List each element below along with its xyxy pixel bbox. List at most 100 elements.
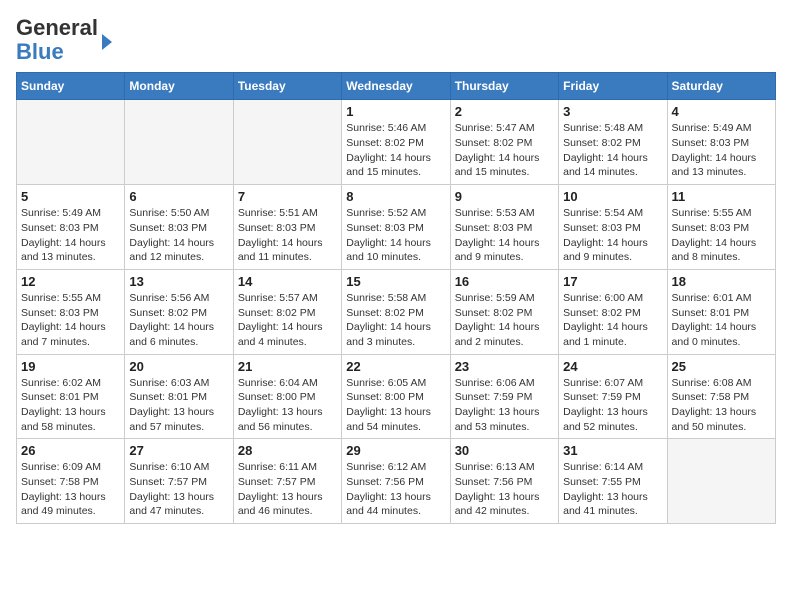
- calendar-cell: 26 Sunrise: 6:09 AM Sunset: 7:58 PM Dayli…: [17, 439, 125, 524]
- calendar-header-monday: Monday: [125, 73, 233, 100]
- calendar-header-sunday: Sunday: [17, 73, 125, 100]
- calendar-week-row: 12 Sunrise: 5:55 AM Sunset: 8:03 PM Dayli…: [17, 269, 776, 354]
- calendar-cell: 18 Sunrise: 6:01 AM Sunset: 8:01 PM Dayli…: [667, 269, 775, 354]
- calendar-cell: 23 Sunrise: 6:06 AM Sunset: 7:59 PM Dayli…: [450, 354, 558, 439]
- day-number: 4: [672, 104, 771, 119]
- logo-blue: Blue: [16, 39, 64, 64]
- calendar-cell: 7 Sunrise: 5:51 AM Sunset: 8:03 PM Daylig…: [233, 185, 341, 270]
- day-info: Sunrise: 5:56 AM Sunset: 8:02 PM Dayligh…: [129, 291, 228, 350]
- day-number: 16: [455, 274, 554, 289]
- day-info: Sunrise: 6:02 AM Sunset: 8:01 PM Dayligh…: [21, 376, 120, 435]
- calendar-cell: 29 Sunrise: 6:12 AM Sunset: 7:56 PM Dayli…: [342, 439, 450, 524]
- calendar-cell: 21Sunrise: 6:04 AM Sunset: 8:00 PM Dayli…: [233, 354, 341, 439]
- day-info: Sunrise: 5:55 AM Sunset: 8:03 PM Dayligh…: [672, 206, 771, 265]
- calendar-header-row: SundayMondayTuesdayWednesdayThursdayFrid…: [17, 73, 776, 100]
- calendar-cell: 20Sunrise: 6:03 AM Sunset: 8:01 PM Dayli…: [125, 354, 233, 439]
- calendar-cell: [667, 439, 775, 524]
- day-number: 23: [455, 359, 554, 374]
- day-number: 18: [672, 274, 771, 289]
- day-info: Sunrise: 6:13 AM Sunset: 7:56 PM Dayligh…: [455, 460, 554, 519]
- logo-text: General Blue: [16, 16, 98, 64]
- calendar-cell: 11Sunrise: 5:55 AM Sunset: 8:03 PM Dayli…: [667, 185, 775, 270]
- calendar-table: SundayMondayTuesdayWednesdayThursdayFrid…: [16, 72, 776, 524]
- calendar-week-row: 5 Sunrise: 5:49 AM Sunset: 8:03 PM Daylig…: [17, 185, 776, 270]
- calendar-cell: 6Sunrise: 5:50 AM Sunset: 8:03 PM Daylig…: [125, 185, 233, 270]
- calendar-cell: 30Sunrise: 6:13 AM Sunset: 7:56 PM Dayli…: [450, 439, 558, 524]
- day-number: 26: [21, 443, 120, 458]
- day-info: Sunrise: 6:14 AM Sunset: 7:55 PM Dayligh…: [563, 460, 662, 519]
- day-number: 29: [346, 443, 445, 458]
- calendar-week-row: 19 Sunrise: 6:02 AM Sunset: 8:01 PM Dayli…: [17, 354, 776, 439]
- calendar-cell: 4 Sunrise: 5:49 AM Sunset: 8:03 PM Daylig…: [667, 100, 775, 185]
- calendar-cell: 17 Sunrise: 6:00 AM Sunset: 8:02 PM Dayli…: [559, 269, 667, 354]
- day-info: Sunrise: 5:58 AM Sunset: 8:02 PM Dayligh…: [346, 291, 445, 350]
- day-info: Sunrise: 5:47 AM Sunset: 8:02 PM Dayligh…: [455, 121, 554, 180]
- day-number: 3: [563, 104, 662, 119]
- day-number: 24: [563, 359, 662, 374]
- day-info: Sunrise: 6:10 AM Sunset: 7:57 PM Dayligh…: [129, 460, 228, 519]
- day-info: Sunrise: 6:08 AM Sunset: 7:58 PM Dayligh…: [672, 376, 771, 435]
- calendar-cell: 22 Sunrise: 6:05 AM Sunset: 8:00 PM Dayli…: [342, 354, 450, 439]
- day-info: Sunrise: 6:04 AM Sunset: 8:00 PM Dayligh…: [238, 376, 337, 435]
- day-number: 14: [238, 274, 337, 289]
- calendar-week-row: 1Sunrise: 5:46 AM Sunset: 8:02 PM Daylig…: [17, 100, 776, 185]
- logo-arrow-icon: [102, 34, 112, 50]
- calendar-cell: [125, 100, 233, 185]
- day-number: 19: [21, 359, 120, 374]
- day-info: Sunrise: 5:49 AM Sunset: 8:03 PM Dayligh…: [21, 206, 120, 265]
- day-number: 10: [563, 189, 662, 204]
- day-number: 31: [563, 443, 662, 458]
- day-info: Sunrise: 6:06 AM Sunset: 7:59 PM Dayligh…: [455, 376, 554, 435]
- calendar-cell: 19 Sunrise: 6:02 AM Sunset: 8:01 PM Dayli…: [17, 354, 125, 439]
- calendar-cell: 2 Sunrise: 5:47 AM Sunset: 8:02 PM Daylig…: [450, 100, 558, 185]
- calendar-cell: 1Sunrise: 5:46 AM Sunset: 8:02 PM Daylig…: [342, 100, 450, 185]
- calendar-cell: 9 Sunrise: 5:53 AM Sunset: 8:03 PM Daylig…: [450, 185, 558, 270]
- day-info: Sunrise: 6:05 AM Sunset: 8:00 PM Dayligh…: [346, 376, 445, 435]
- calendar-header-tuesday: Tuesday: [233, 73, 341, 100]
- day-number: 15: [346, 274, 445, 289]
- calendar-cell: 16 Sunrise: 5:59 AM Sunset: 8:02 PM Dayli…: [450, 269, 558, 354]
- calendar-cell: 10Sunrise: 5:54 AM Sunset: 8:03 PM Dayli…: [559, 185, 667, 270]
- calendar-cell: 3Sunrise: 5:48 AM Sunset: 8:02 PM Daylig…: [559, 100, 667, 185]
- day-info: Sunrise: 5:49 AM Sunset: 8:03 PM Dayligh…: [672, 121, 771, 180]
- day-info: Sunrise: 5:55 AM Sunset: 8:03 PM Dayligh…: [21, 291, 120, 350]
- day-number: 28: [238, 443, 337, 458]
- calendar-week-row: 26 Sunrise: 6:09 AM Sunset: 7:58 PM Dayli…: [17, 439, 776, 524]
- calendar-cell: 14Sunrise: 5:57 AM Sunset: 8:02 PM Dayli…: [233, 269, 341, 354]
- day-number: 1: [346, 104, 445, 119]
- calendar-cell: 12 Sunrise: 5:55 AM Sunset: 8:03 PM Dayli…: [17, 269, 125, 354]
- calendar-header-thursday: Thursday: [450, 73, 558, 100]
- calendar-cell: 15 Sunrise: 5:58 AM Sunset: 8:02 PM Dayli…: [342, 269, 450, 354]
- day-number: 20: [129, 359, 228, 374]
- day-info: Sunrise: 6:09 AM Sunset: 7:58 PM Dayligh…: [21, 460, 120, 519]
- calendar-header-wednesday: Wednesday: [342, 73, 450, 100]
- calendar-cell: 24 Sunrise: 6:07 AM Sunset: 7:59 PM Dayli…: [559, 354, 667, 439]
- day-number: 9: [455, 189, 554, 204]
- day-number: 25: [672, 359, 771, 374]
- calendar-cell: 27Sunrise: 6:10 AM Sunset: 7:57 PM Dayli…: [125, 439, 233, 524]
- logo-general: General: [16, 15, 98, 40]
- day-number: 17: [563, 274, 662, 289]
- day-info: Sunrise: 6:11 AM Sunset: 7:57 PM Dayligh…: [238, 460, 337, 519]
- day-info: Sunrise: 6:00 AM Sunset: 8:02 PM Dayligh…: [563, 291, 662, 350]
- day-number: 6: [129, 189, 228, 204]
- calendar-cell: 31 Sunrise: 6:14 AM Sunset: 7:55 PM Dayli…: [559, 439, 667, 524]
- calendar-cell: [17, 100, 125, 185]
- day-number: 8: [346, 189, 445, 204]
- day-number: 7: [238, 189, 337, 204]
- calendar-header-friday: Friday: [559, 73, 667, 100]
- day-info: Sunrise: 5:51 AM Sunset: 8:03 PM Dayligh…: [238, 206, 337, 265]
- day-number: 12: [21, 274, 120, 289]
- day-number: 22: [346, 359, 445, 374]
- day-number: 2: [455, 104, 554, 119]
- day-info: Sunrise: 5:52 AM Sunset: 8:03 PM Dayligh…: [346, 206, 445, 265]
- day-info: Sunrise: 6:07 AM Sunset: 7:59 PM Dayligh…: [563, 376, 662, 435]
- day-info: Sunrise: 6:01 AM Sunset: 8:01 PM Dayligh…: [672, 291, 771, 350]
- day-number: 13: [129, 274, 228, 289]
- logo: General Blue: [16, 16, 112, 64]
- day-info: Sunrise: 5:53 AM Sunset: 8:03 PM Dayligh…: [455, 206, 554, 265]
- calendar-cell: [233, 100, 341, 185]
- day-info: Sunrise: 6:12 AM Sunset: 7:56 PM Dayligh…: [346, 460, 445, 519]
- day-number: 5: [21, 189, 120, 204]
- day-info: Sunrise: 5:59 AM Sunset: 8:02 PM Dayligh…: [455, 291, 554, 350]
